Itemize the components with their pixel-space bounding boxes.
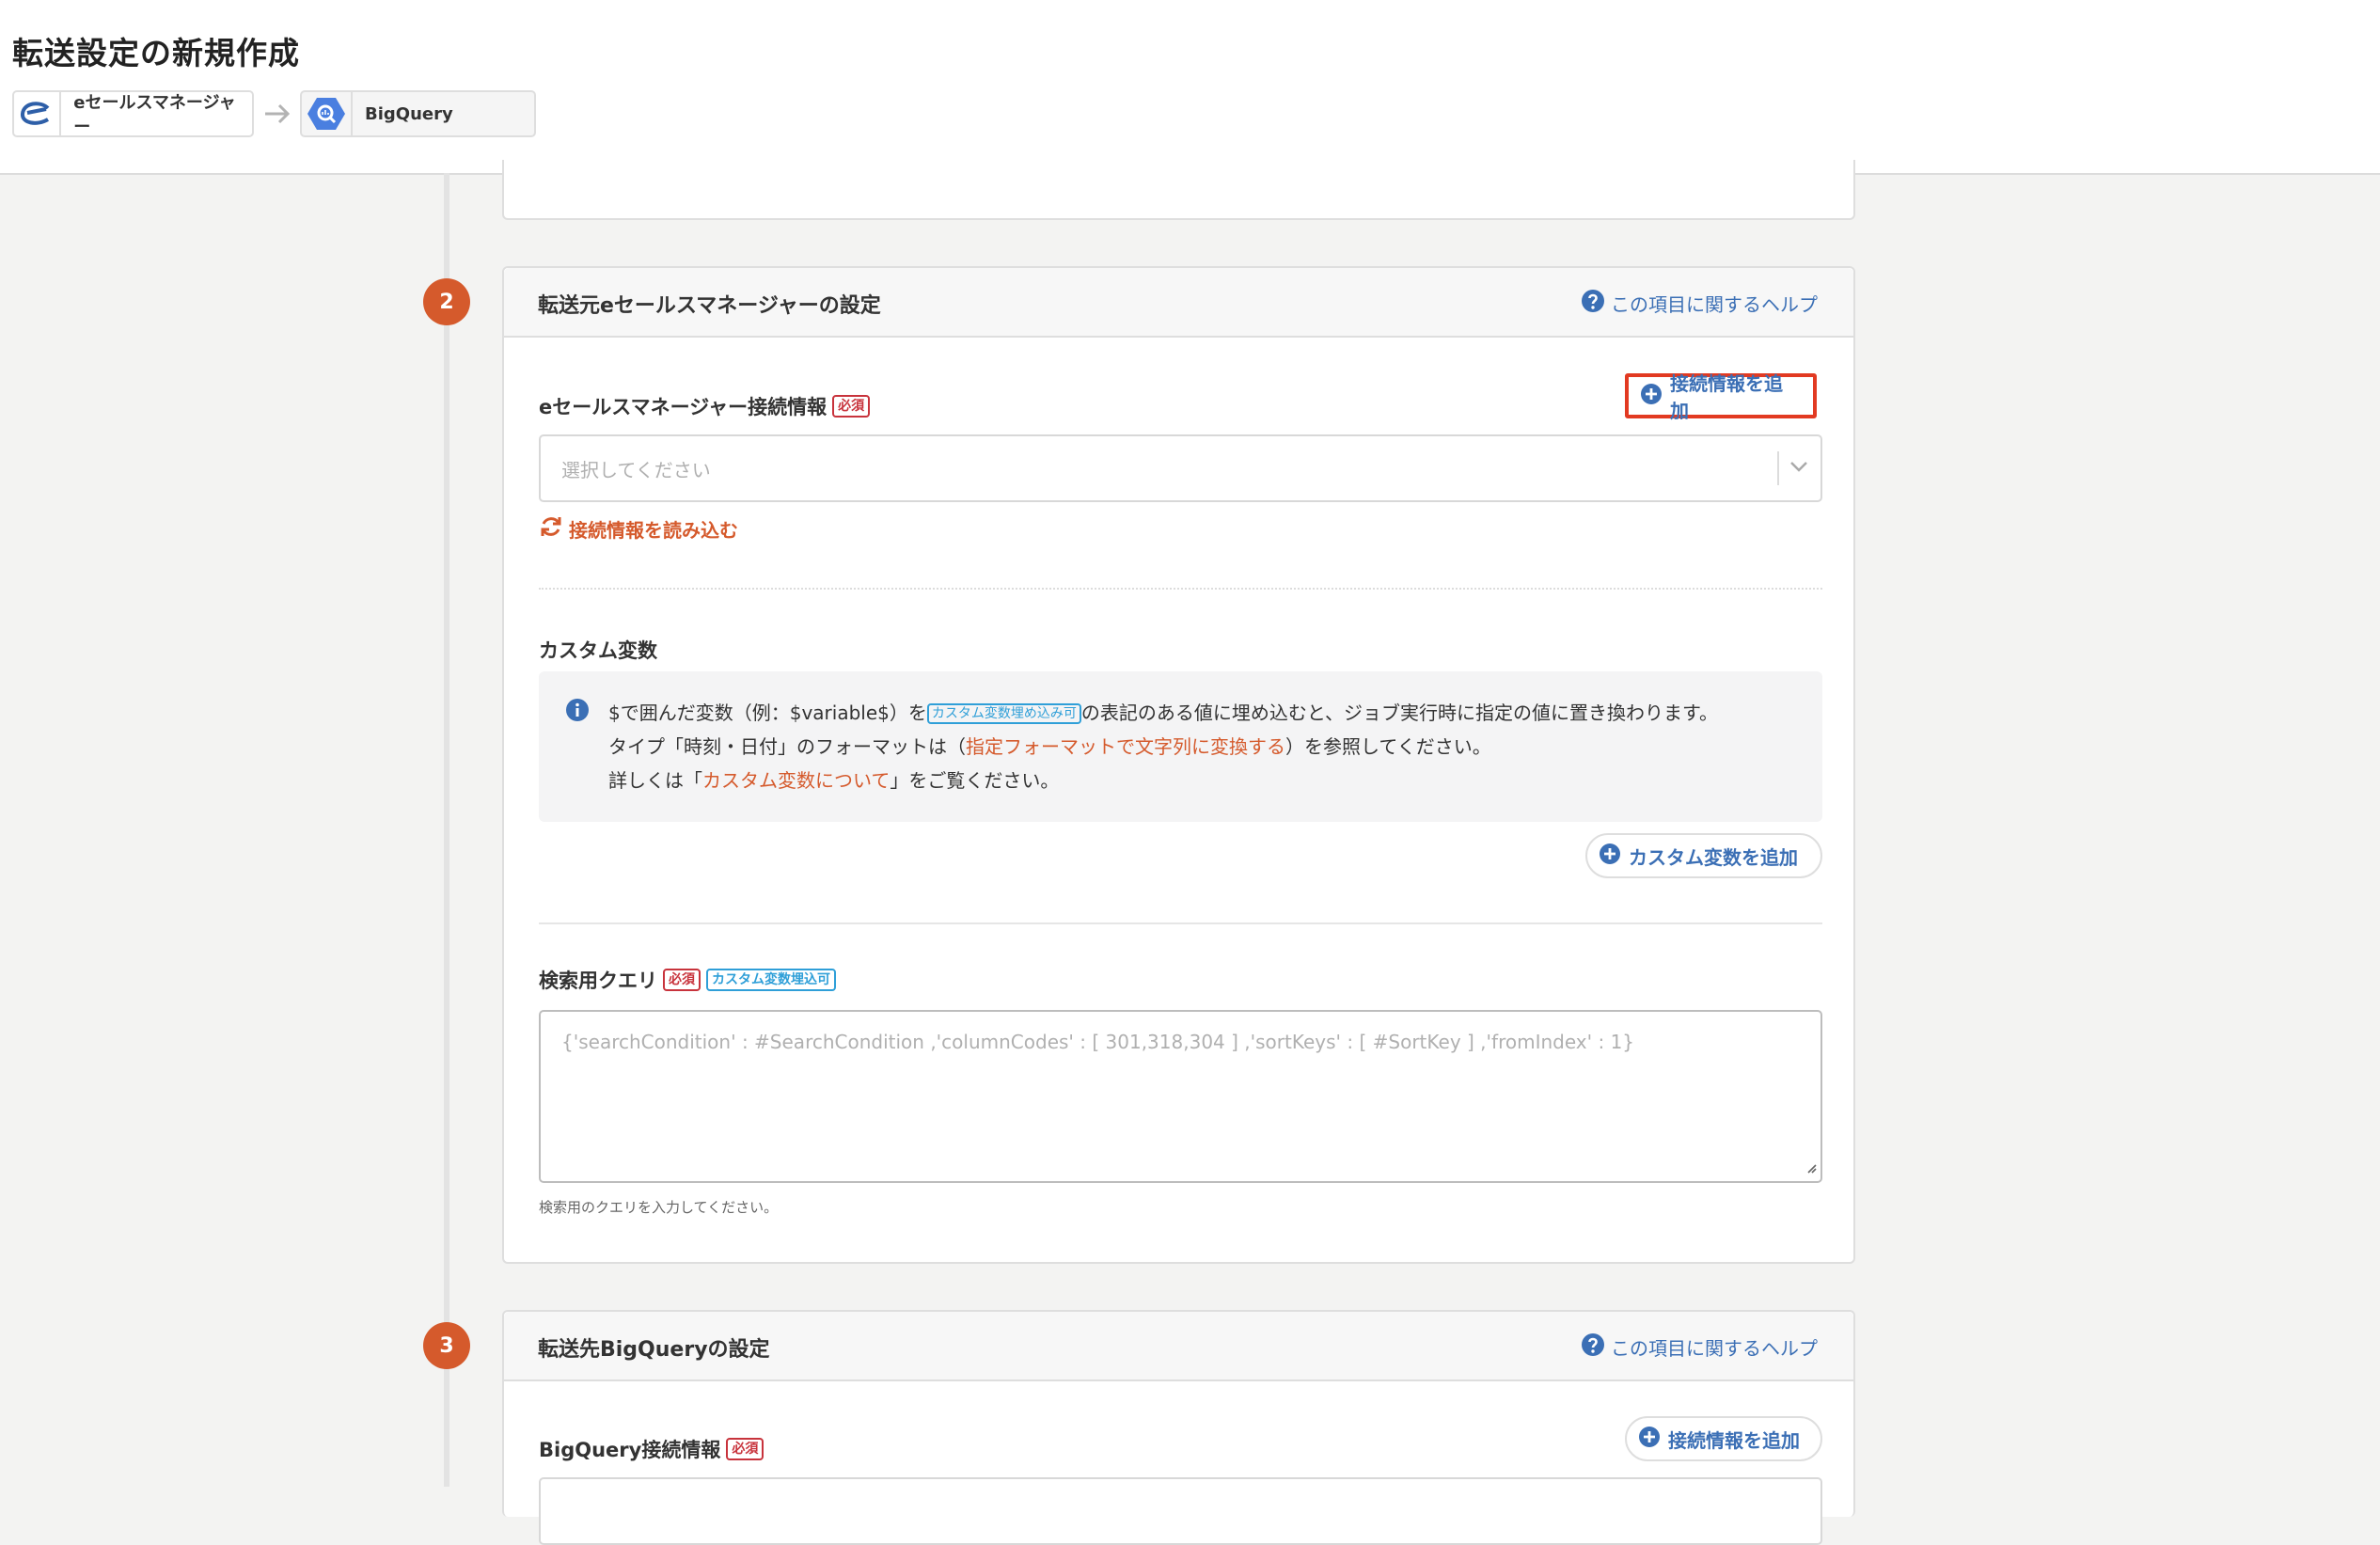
source-settings-title: 転送元eセールスマネージャーの設定 <box>538 294 881 318</box>
plus-circle-icon <box>1638 1426 1661 1453</box>
destination-settings-header: 転送先BigQueryの設定 この項目に関するヘルプ <box>504 1312 1853 1381</box>
required-badge: 必須 <box>726 1438 764 1460</box>
info-line-3-text-end: 」をご覧ください。 <box>890 769 1060 792</box>
source-connection-label: eセールスマネージャー接続情報 必須 <box>539 392 871 420</box>
step-timeline <box>444 173 449 1487</box>
help-link-label: この項目に関するヘルプ <box>1611 293 1818 316</box>
step-3-marker: 3 <box>423 1322 470 1369</box>
custom-vars-label: カスタム変数 <box>539 639 657 662</box>
refresh-icon <box>539 514 563 544</box>
step-2-marker: 2 <box>423 278 470 325</box>
variable-embeddable-badge: カスタム変数埋め込み可 <box>926 703 1081 724</box>
add-destination-connection-button[interactable]: 接続情報を追加 <box>1625 1416 1822 1461</box>
search-query-label-text: 検索用クエリ <box>539 970 657 992</box>
destination-settings-card: 転送先BigQueryの設定 この項目に関するヘルプ BigQuery接続情報 … <box>502 1310 1855 1545</box>
select-separator <box>1777 451 1779 485</box>
destination-connector-chip: BigQuery <box>300 90 536 137</box>
required-badge: 必須 <box>832 395 871 418</box>
select-placeholder: 選択してください <box>561 459 711 481</box>
source-connection-select[interactable]: 選択してください <box>539 434 1822 502</box>
section-divider <box>539 922 1822 924</box>
source-connection-label-text: eセールスマネージャー接続情報 <box>539 396 827 418</box>
question-circle-icon <box>1581 289 1605 318</box>
source-connector-label: eセールスマネージャー <box>73 93 236 137</box>
destination-connection-label-text: BigQuery接続情報 <box>539 1439 721 1461</box>
add-custom-var-label: カスタム変数を追加 <box>1629 845 1798 869</box>
info-line-3-text: 詳しくは「 <box>608 769 702 792</box>
info-line-2: タイプ「時刻・日付」のフォーマットは（指定フォーマットで文字列に変換する）を参照… <box>608 730 1718 764</box>
page-title: 転送設定の新規作成 <box>12 35 300 71</box>
required-badge: 必須 <box>663 969 701 991</box>
question-circle-icon <box>1581 1332 1605 1362</box>
destination-connector-label: BigQuery <box>365 103 453 124</box>
format-conversion-link[interactable]: 指定フォーマットで文字列に変換する <box>966 735 1285 758</box>
source-help-link[interactable]: この項目に関するヘルプ <box>1581 289 1818 318</box>
esales-logo-icon <box>14 92 62 135</box>
source-settings-header: 転送元eセールスマネージャーの設定 この項目に関するヘルプ <box>504 268 1853 338</box>
source-settings-card: 転送元eセールスマネージャーの設定 この項目に関するヘルプ eセールスマネージャ… <box>502 266 1855 1264</box>
destination-connection-label: BigQuery接続情報 必須 <box>539 1435 764 1463</box>
info-line-2-text: タイプ「時刻・日付」のフォーマットは（ <box>608 735 966 758</box>
add-connection-label: 接続情報を追加 <box>1668 1428 1800 1452</box>
custom-vars-docs-link[interactable]: カスタム変数について <box>702 769 890 792</box>
info-line-1: $で囲んだ変数（例：$variable$）を カスタム変数埋め込み可 の表記のある値… <box>608 696 1718 730</box>
arrow-right-icon <box>263 102 292 130</box>
destination-help-link[interactable]: この項目に関するヘルプ <box>1581 1332 1818 1362</box>
query-placeholder: {'searchCondition' : #SearchCondition ,'… <box>561 1031 1635 1053</box>
resize-handle-icon[interactable] <box>1805 1159 1817 1177</box>
info-line-1-text: $で囲んだ変数（例：$variable$）を <box>608 702 927 724</box>
plus-circle-icon <box>1640 383 1663 410</box>
search-query-textarea[interactable]: {'searchCondition' : #SearchCondition ,'… <box>539 1010 1822 1183</box>
info-line-3: 詳しくは「カスタム変数について」をご覧ください。 <box>608 764 1718 797</box>
source-connector-chip: eセールスマネージャー <box>12 90 254 137</box>
plus-circle-icon <box>1599 843 1621 870</box>
variable-embeddable-badge: カスタム変数埋込可 <box>706 969 836 991</box>
help-link-label: この項目に関するヘルプ <box>1611 1337 1818 1360</box>
search-query-label: 検索用クエリ 必須 カスタム変数埋込可 <box>539 966 836 994</box>
reload-link-label: 接続情報を読み込む <box>569 519 738 542</box>
custom-vars-info-box: $で囲んだ変数（例：$variable$）を カスタム変数埋め込み可 の表記のある値… <box>539 671 1822 822</box>
add-source-connection-button[interactable]: 接続情報を追加 <box>1625 372 1817 422</box>
page-header: 転送設定の新規作成 eセールスマネージャー BigQuery <box>0 0 2380 175</box>
destination-connection-select[interactable] <box>539 1477 1822 1545</box>
section-divider <box>539 588 1822 590</box>
add-connection-label: 接続情報を追加 <box>1670 372 1783 422</box>
chevron-down-icon <box>1789 459 1809 477</box>
add-custom-var-button[interactable]: カスタム変数を追加 <box>1585 833 1822 878</box>
reload-connections-link[interactable]: 接続情報を読み込む <box>539 514 738 544</box>
bigquery-logo-icon <box>302 92 353 135</box>
search-query-hint: 検索用のクエリを入力してください。 <box>539 1199 779 1216</box>
step-1-card-bottom <box>502 160 1855 220</box>
info-circle-icon <box>565 698 590 726</box>
info-line-1-text-end: の表記のある値に埋め込むと、ジョブ実行時に指定の値に置き換わります。 <box>1080 702 1719 724</box>
custom-vars-info-text: $で囲んだ変数（例：$variable$）を カスタム変数埋め込み可 の表記のある値… <box>608 696 1718 797</box>
destination-settings-title: 転送先BigQueryの設定 <box>538 1338 770 1362</box>
info-line-2-text-end: ）を参照してください。 <box>1285 735 1491 758</box>
